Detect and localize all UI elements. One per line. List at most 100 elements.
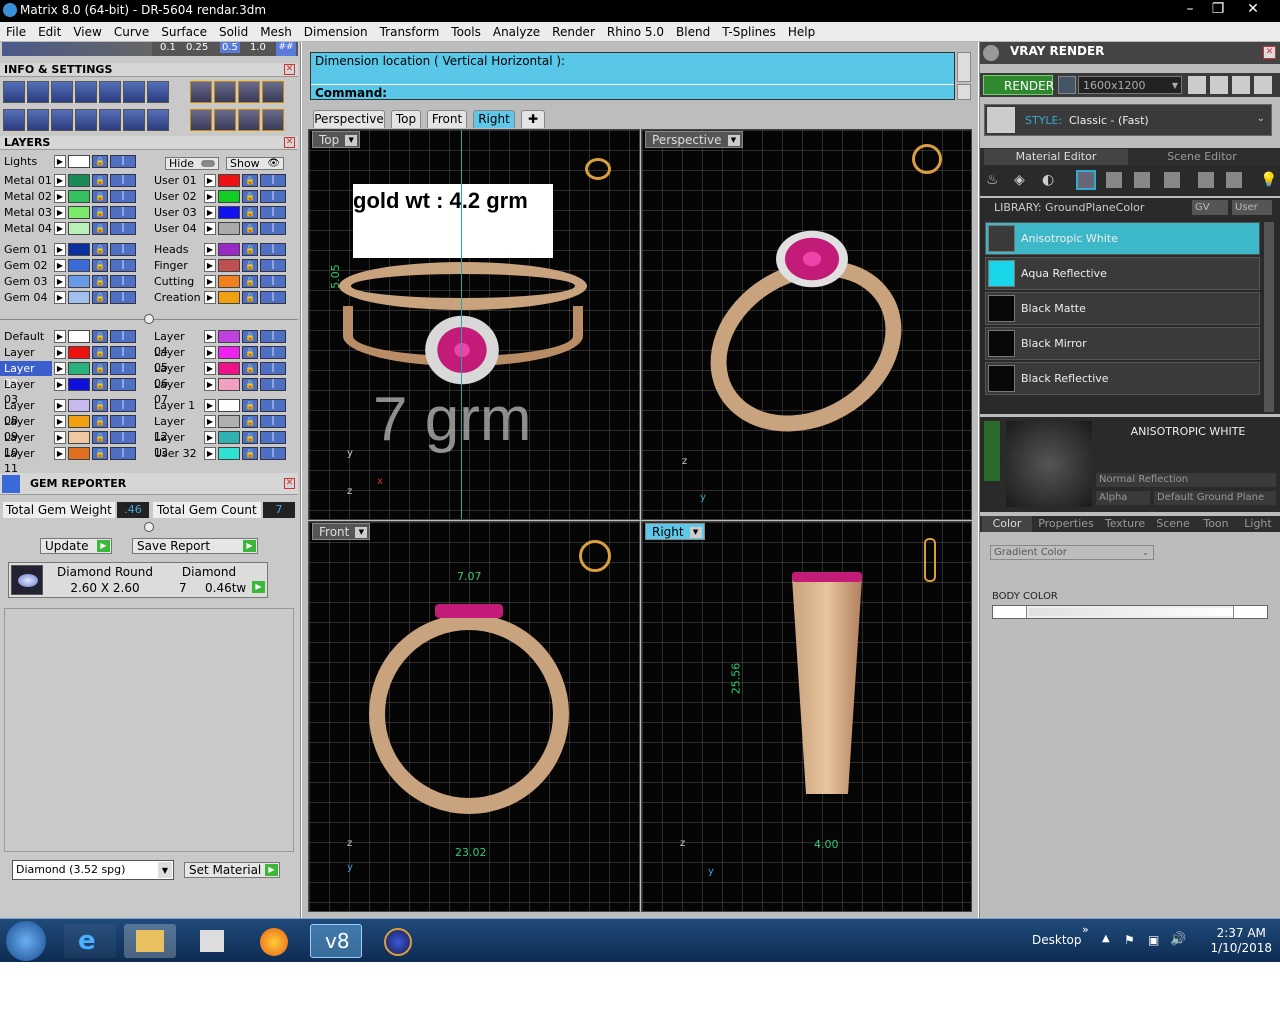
visibility-icon[interactable]: | bbox=[260, 362, 286, 375]
checker-icon[interactable] bbox=[1164, 172, 1180, 188]
camera-icon[interactable] bbox=[262, 81, 284, 103]
frame-buffer-icon[interactable] bbox=[1210, 76, 1228, 94]
lock-icon[interactable]: 🔒 bbox=[92, 447, 108, 460]
zoom-icon[interactable] bbox=[27, 81, 49, 103]
layer-menu-icon[interactable]: ▶ bbox=[204, 222, 216, 235]
layer-name[interactable]: Layer 05 bbox=[150, 345, 202, 374]
tab-scene[interactable]: Scene bbox=[1152, 516, 1194, 532]
viewport-front[interactable]: Front ▼ 7.07 23.02 z y bbox=[308, 521, 640, 912]
layer-row[interactable]: Metal 02 ▶ 🔒 | bbox=[0, 189, 140, 204]
lock-icon[interactable]: 🔒 bbox=[92, 378, 108, 391]
user-toggle[interactable]: User bbox=[1232, 200, 1272, 215]
visibility-icon[interactable]: | bbox=[260, 399, 286, 412]
add-tab-icon[interactable]: ✚ bbox=[521, 110, 545, 128]
layer-menu-icon[interactable]: ▶ bbox=[54, 243, 66, 256]
frame2-icon[interactable] bbox=[238, 81, 260, 103]
ground-plane-select[interactable]: Default Ground Plane bbox=[1154, 491, 1276, 505]
sphere-icon[interactable]: ◐ bbox=[1042, 172, 1054, 188]
visibility-icon[interactable]: | bbox=[110, 259, 136, 272]
layer-menu-icon[interactable]: ▶ bbox=[54, 346, 66, 359]
layer-name[interactable]: Layer 04 bbox=[150, 329, 202, 358]
layer-name[interactable]: Gem 04 bbox=[0, 290, 52, 305]
visibility-icon[interactable]: | bbox=[110, 275, 136, 288]
lock-icon[interactable]: 🔒 bbox=[92, 155, 108, 168]
viewport-front-label[interactable]: Front ▼ bbox=[312, 523, 371, 540]
layer-color-swatch[interactable] bbox=[68, 431, 90, 444]
layer-menu-icon[interactable]: ▶ bbox=[54, 275, 66, 288]
tab-light[interactable]: Light bbox=[1238, 516, 1278, 532]
tab-perspective[interactable]: Perspective bbox=[313, 110, 385, 128]
material-item[interactable]: Black Matte bbox=[985, 292, 1260, 325]
visibility-icon[interactable]: | bbox=[110, 190, 136, 203]
layer-menu-icon[interactable]: ▶ bbox=[54, 155, 66, 168]
layer-name[interactable]: Gem 01 bbox=[0, 242, 52, 257]
layer-name[interactable]: Layer 12 bbox=[150, 414, 202, 443]
rewind-icon[interactable] bbox=[1188, 76, 1206, 94]
visibility-icon[interactable]: | bbox=[260, 190, 286, 203]
expand-preview-icon[interactable] bbox=[984, 421, 1000, 481]
gradient-slider[interactable] bbox=[1029, 608, 1233, 616]
list-icon[interactable] bbox=[147, 109, 169, 131]
layer-color-swatch[interactable] bbox=[218, 291, 240, 304]
navigation-ring-icon[interactable] bbox=[585, 158, 611, 180]
cursor-icon[interactable] bbox=[123, 109, 145, 131]
import-icon[interactable] bbox=[1198, 172, 1214, 188]
layer-row[interactable]: Layer 06 ▶ 🔒 | bbox=[150, 361, 290, 390]
layer-menu-icon[interactable]: ▶ bbox=[54, 330, 66, 343]
file-icon[interactable] bbox=[99, 81, 121, 103]
layer-color-swatch[interactable] bbox=[218, 346, 240, 359]
visibility-icon[interactable]: | bbox=[260, 259, 286, 272]
desktop-toolbar-label[interactable]: Desktop bbox=[1032, 933, 1082, 947]
tab-front[interactable]: Front bbox=[427, 110, 467, 128]
network-icon[interactable]: ▣ bbox=[1148, 933, 1159, 947]
navigation-ring-icon[interactable] bbox=[579, 540, 611, 572]
layer-menu-icon[interactable]: ▶ bbox=[204, 447, 216, 460]
layer-name[interactable]: Layer 10 bbox=[0, 430, 52, 459]
box-icon[interactable] bbox=[51, 109, 73, 131]
layer-row[interactable]: Default ▶ 🔒 | bbox=[0, 329, 140, 344]
lock-icon[interactable]: 🔒 bbox=[242, 259, 258, 272]
gem-row-play-icon[interactable]: ▶ bbox=[252, 581, 265, 593]
lock-icon[interactable]: 🔒 bbox=[242, 346, 258, 359]
lock-icon[interactable]: 🔒 bbox=[92, 431, 108, 444]
edit-icon[interactable] bbox=[123, 81, 145, 103]
gem-row[interactable]: Diamond Round Diamond 2.60 X 2.60 7 0.46… bbox=[8, 562, 268, 598]
layer-row[interactable]: Layer 02 ▶ 🔒 | bbox=[0, 361, 140, 390]
window-icon[interactable] bbox=[27, 109, 49, 131]
visibility-icon[interactable]: | bbox=[110, 155, 136, 168]
material-item[interactable]: Aqua Reflective bbox=[985, 257, 1260, 290]
layer-name[interactable]: Gem 03 bbox=[0, 274, 52, 289]
tab-toon[interactable]: Toon bbox=[1196, 516, 1236, 532]
layer-name[interactable]: Creation bbox=[150, 290, 202, 305]
layer-row[interactable]: Layer 07 ▶ 🔒 | bbox=[150, 377, 290, 406]
lock-icon[interactable]: 🔒 bbox=[242, 174, 258, 187]
texture-icon[interactable] bbox=[1106, 172, 1122, 188]
lock-icon[interactable]: 🔒 bbox=[242, 362, 258, 375]
visibility-icon[interactable]: | bbox=[110, 447, 136, 460]
menu-rhino[interactable]: Rhino 5.0 bbox=[601, 22, 670, 39]
tab-scene-editor[interactable]: Scene Editor bbox=[1130, 149, 1274, 165]
layer-color-swatch[interactable] bbox=[218, 415, 240, 428]
menu-solid[interactable]: Solid bbox=[213, 22, 254, 39]
hide-button[interactable]: Hide bbox=[165, 157, 219, 170]
gv-toggle[interactable]: GV bbox=[1192, 200, 1228, 215]
menu-file[interactable]: File bbox=[0, 22, 32, 39]
close-gem-reporter-icon[interactable]: ✕ bbox=[284, 478, 295, 489]
snap-0-25[interactable]: 0.25 bbox=[186, 42, 208, 53]
layer-row[interactable]: Layer 08 ▶ 🔒 | bbox=[0, 398, 140, 427]
menu-edit[interactable]: Edit bbox=[32, 22, 67, 39]
frame-icon[interactable] bbox=[214, 81, 236, 103]
layer-color-swatch[interactable] bbox=[68, 415, 90, 428]
layer-name[interactable]: Cutting bbox=[150, 274, 202, 289]
layer-row[interactable]: Metal 03 ▶ 🔒 | bbox=[0, 205, 140, 220]
layer-name[interactable]: User 04 bbox=[150, 221, 202, 236]
layer-name[interactable]: User 32 bbox=[150, 446, 202, 461]
viewport-right[interactable]: Right ▼ 25.56 4.00 z y bbox=[641, 521, 972, 912]
layer-menu-icon[interactable]: ▶ bbox=[54, 399, 66, 412]
internet-explorer-icon[interactable]: e bbox=[64, 924, 116, 958]
layer-row[interactable]: User 02 ▶ 🔒 | bbox=[150, 189, 290, 204]
layer-color-swatch[interactable] bbox=[218, 399, 240, 412]
layer-color-swatch[interactable] bbox=[68, 447, 90, 460]
export-icon[interactable] bbox=[1226, 172, 1242, 188]
layer-row[interactable]: Layer 10 ▶ 🔒 | bbox=[0, 430, 140, 459]
